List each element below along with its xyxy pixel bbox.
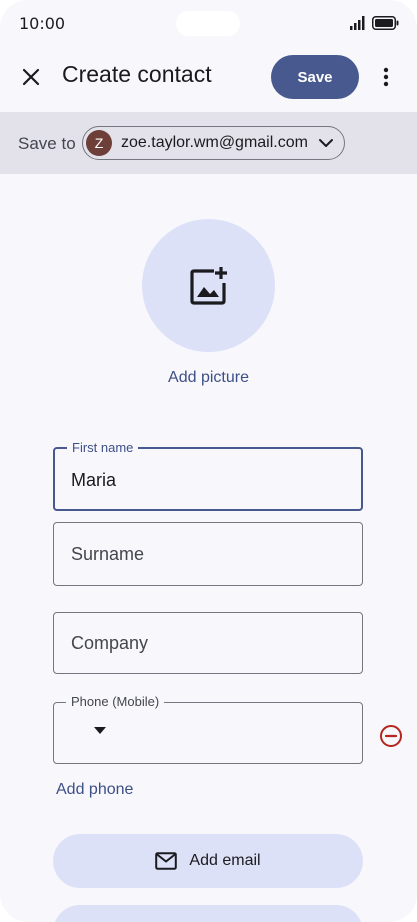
close-icon <box>22 68 40 86</box>
remove-phone-icon[interactable] <box>379 724 403 748</box>
account-email: zoe.taylor.wm@gmail.com <box>121 134 308 151</box>
signal-icon <box>350 16 365 30</box>
add-photo-icon <box>190 267 227 305</box>
company-placeholder: Company <box>71 633 149 653</box>
account-selector[interactable]: Z zoe.taylor.wm@gmail.com <box>82 126 345 160</box>
phone-type-dropdown-icon[interactable] <box>94 727 106 735</box>
avatar: Z <box>86 130 112 156</box>
add-phone-link[interactable]: Add phone <box>56 781 133 799</box>
more-options-button[interactable] <box>372 60 400 94</box>
camera-cutout <box>176 11 240 36</box>
phone-field[interactable]: Phone (Mobile) <box>53 694 363 764</box>
add-email-content: Add email <box>53 834 363 888</box>
add-email-button[interactable]: Add email <box>53 834 363 888</box>
phone-screen: 10:00 Create contact Save Save to Z zoe.… <box>0 0 417 922</box>
save-button[interactable]: Save <box>271 55 359 99</box>
status-bar: 10:00 <box>0 0 417 48</box>
add-email-label: Add email <box>189 852 261 869</box>
more-fields-button[interactable] <box>53 905 363 922</box>
top-app-bar: Create contact Save <box>0 48 417 108</box>
surname-field[interactable]: Surname <box>53 522 363 586</box>
chevron-down-icon <box>319 139 333 147</box>
mail-icon <box>155 852 178 870</box>
add-picture-button[interactable] <box>142 219 275 352</box>
more-vert-icon <box>383 67 389 87</box>
save-to-bar: Save to Z zoe.taylor.wm@gmail.com <box>0 112 417 174</box>
surname-placeholder: Surname <box>71 544 145 564</box>
battery-icon <box>372 16 399 30</box>
first-name-label: First name <box>67 440 139 455</box>
first-name-field[interactable]: First name Maria <box>53 440 363 511</box>
company-field[interactable]: Company <box>53 612 363 674</box>
phone-label: Phone (Mobile) <box>66 694 165 709</box>
close-button[interactable] <box>14 60 48 94</box>
first-name-value: Maria <box>71 470 117 490</box>
save-to-label: Save to <box>18 134 76 153</box>
status-time: 10:00 <box>19 14 66 33</box>
page-title: Create contact <box>62 61 212 87</box>
add-picture-link[interactable]: Add picture <box>0 369 417 387</box>
